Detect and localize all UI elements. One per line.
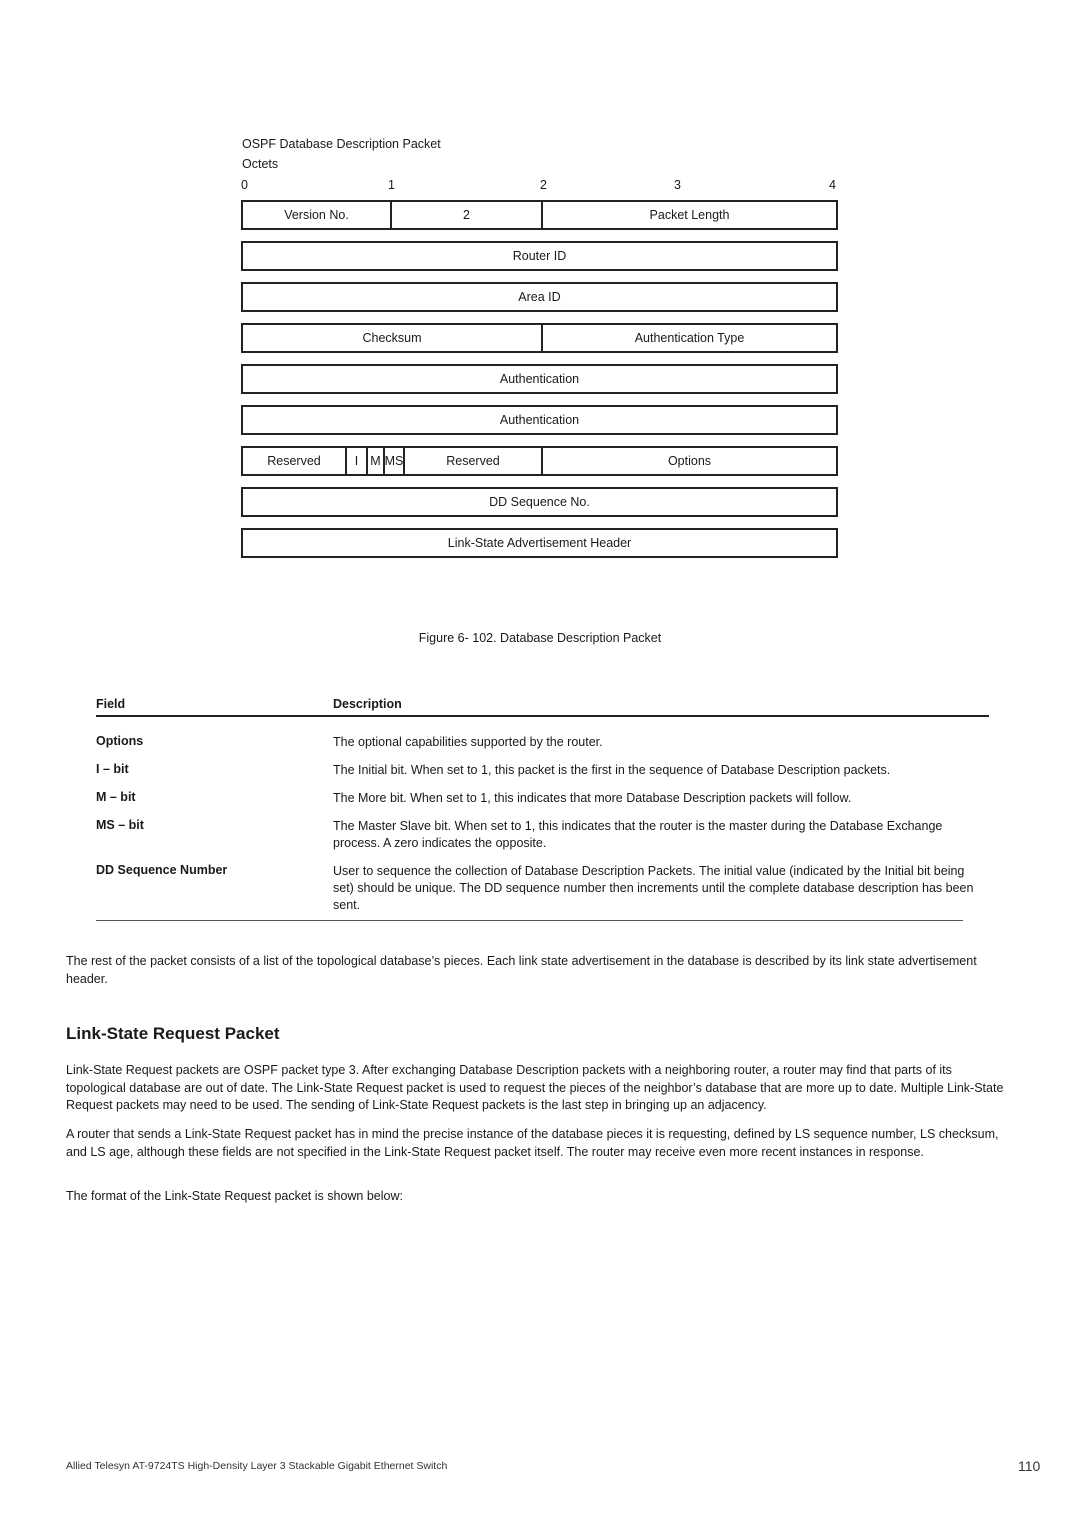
table-row-description: User to sequence the collection of Datab… <box>333 864 974 912</box>
table-row-field: DD Sequence Number <box>96 863 228 877</box>
field-reserved: Reserved <box>405 448 543 474</box>
packet-row-authentication: Authentication <box>241 364 838 394</box>
packet-row-authentication: Authentication <box>241 405 838 435</box>
body-paragraph: A router that sends a Link-State Request… <box>66 1127 999 1159</box>
field-reserved: Reserved <box>243 448 347 474</box>
packet-row-router-id: Router ID <box>241 241 838 271</box>
body-paragraph: The rest of the packet consists of a lis… <box>66 954 977 986</box>
field-i-bit: I <box>347 448 368 474</box>
field-dd-sequence-no: DD Sequence No. <box>489 495 590 509</box>
table-row-field: I – bit <box>96 762 129 776</box>
body-paragraph: Link-State Request packets are OSPF pack… <box>66 1063 1004 1112</box>
table-row-description: The optional capabilities supported by t… <box>333 735 603 749</box>
field-checksum: Checksum <box>243 325 543 351</box>
field-options: Options <box>667 454 712 468</box>
table-row-field: M – bit <box>96 790 136 804</box>
packet-row-version: Version No. 2 Packet Length <box>241 200 838 230</box>
field-version-no: Version No. <box>243 202 392 228</box>
field-type: 2 <box>392 202 543 228</box>
table-header-description: Description <box>333 697 402 711</box>
packet-row-dd-sequence: DD Sequence No. <box>241 487 838 517</box>
table-row-field: Options <box>96 734 144 748</box>
octet-tick: 0 <box>241 178 248 192</box>
table-row-description: The Initial bit. When set to 1, this pac… <box>333 763 891 777</box>
figure-caption: Figure 6- 102. Database Description Pack… <box>418 631 662 645</box>
body-paragraph: The format of the Link-State Request pac… <box>66 1189 403 1203</box>
octet-tick: 3 <box>674 178 681 192</box>
packet-row-flags: Reserved I M MS Reserved Options <box>241 446 838 476</box>
octets-label: Octets <box>242 157 279 171</box>
field-authentication: Authentication <box>499 372 580 386</box>
table-header-divider <box>96 715 989 717</box>
packet-row-checksum: Checksum Authentication Type <box>241 323 838 353</box>
table-row-description: The More bit. When set to 1, this indica… <box>333 791 852 805</box>
field-packet-length: Packet Length <box>649 208 730 222</box>
field-router-id: Router ID <box>512 249 567 263</box>
section-heading: Link-State Request Packet <box>66 1024 280 1043</box>
field-authentication: Authentication <box>499 413 580 427</box>
field-ms-bit: MS <box>385 448 405 474</box>
field-lsa-header: Link-State Advertisement Header <box>447 536 632 550</box>
table-bottom-divider <box>96 920 963 921</box>
field-area-id: Area ID <box>518 290 561 304</box>
octet-tick: 1 <box>388 178 395 192</box>
octet-tick: 2 <box>540 178 547 192</box>
diagram-title: OSPF Database Description Packet <box>242 137 441 151</box>
packet-row-lsa-header: Link-State Advertisement Header <box>241 528 838 558</box>
table-row-field: MS – bit <box>96 818 144 832</box>
table-header-field: Field <box>96 697 126 711</box>
table-row-description: The Master Slave bit. When set to 1, thi… <box>333 819 943 850</box>
page-number: 110 <box>1018 1458 1041 1474</box>
field-authentication-type: Authentication Type <box>634 331 745 345</box>
packet-row-area-id: Area ID <box>241 282 838 312</box>
field-m-bit: M <box>368 448 385 474</box>
octet-tick: 4 <box>829 178 836 192</box>
footer-text: Allied Telesyn AT-9724TS High-Density La… <box>66 1460 448 1472</box>
